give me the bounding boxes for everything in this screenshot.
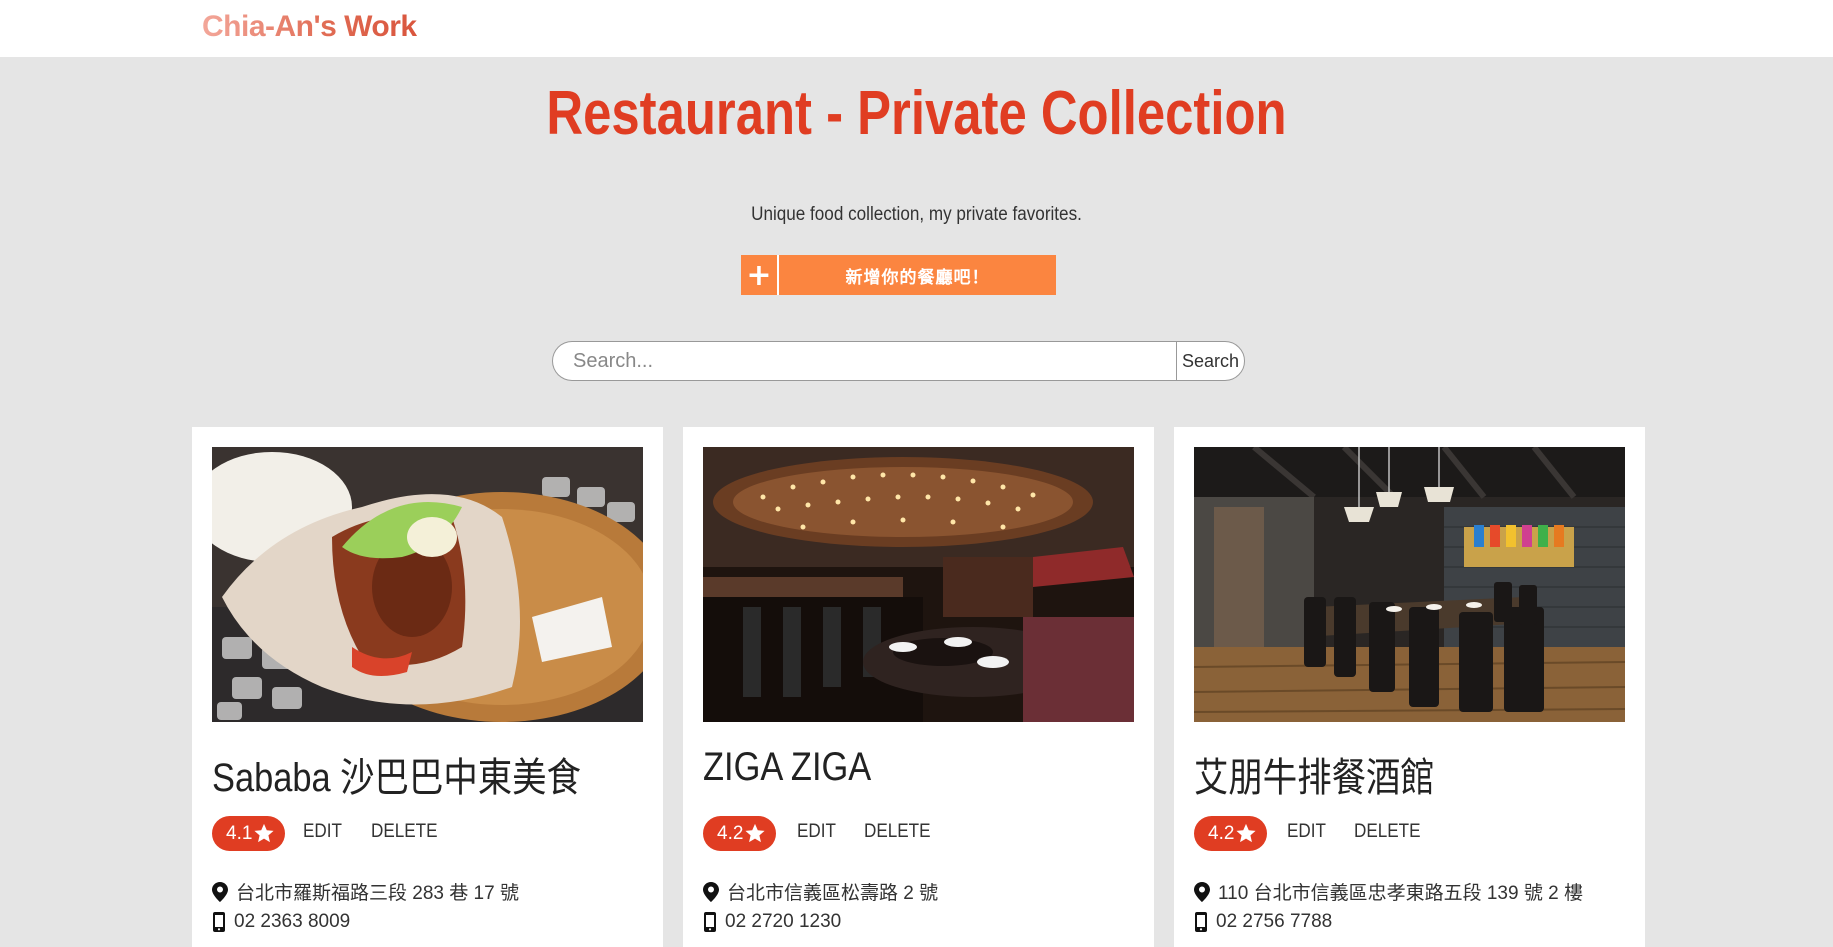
- add-restaurant-label: 新增你的餐廳吧！: [779, 255, 1056, 295]
- restaurant-name: Sababa 沙巴巴中東美食: [212, 756, 581, 800]
- phone-text: 02 2363 8009: [234, 911, 351, 932]
- address-row: 台北市信義區松壽路 2 號: [703, 878, 938, 905]
- address-text: 110 台北市信義區忠孝東路五段 139 號 2 樓: [1218, 883, 1583, 904]
- restaurant-name: 艾朋牛排餐酒館: [1194, 756, 1435, 800]
- phone-icon: [1195, 912, 1207, 932]
- restaurant-card: Sababa 沙巴巴中東美食 4.1 EDIT DELETE 台北市羅斯福路三段…: [192, 427, 663, 947]
- edit-button[interactable]: EDIT: [797, 821, 836, 843]
- navbar: Chia-An's Work: [0, 0, 1833, 57]
- map-pin-icon: [703, 881, 719, 902]
- delete-button[interactable]: DELETE: [864, 821, 931, 843]
- search-button[interactable]: Search: [1176, 341, 1245, 381]
- rating-value: 4.2: [1208, 822, 1235, 844]
- star-icon: [1236, 823, 1256, 843]
- star-icon: [745, 823, 765, 843]
- restaurant-interior-photo: [703, 447, 1134, 722]
- search-bar: Search: [552, 341, 1245, 381]
- address-row: 110 台北市信義區忠孝東路五段 139 號 2 樓: [1194, 878, 1583, 905]
- edit-button[interactable]: EDIT: [303, 821, 342, 843]
- add-restaurant-button[interactable]: + 新增你的餐廳吧！: [741, 255, 1056, 295]
- phone-row: 02 2720 1230: [703, 911, 841, 933]
- map-pin-icon: [1194, 881, 1210, 902]
- restaurant-card: 艾朋牛排餐酒館 4.2 EDIT DELETE 110 台北市信義區忠孝東路五段…: [1174, 427, 1645, 947]
- phone-row: 02 2756 7788: [1194, 911, 1332, 933]
- address-text: 台北市羅斯福路三段 283 巷 17 號: [236, 883, 519, 904]
- delete-button[interactable]: DELETE: [1354, 821, 1421, 843]
- address-row: 台北市羅斯福路三段 283 巷 17 號: [212, 878, 519, 905]
- pita-sandwich-photo: [212, 447, 643, 722]
- rating-badge: 4.1: [212, 816, 285, 851]
- phone-icon: [213, 912, 225, 932]
- phone-icon: [704, 912, 716, 932]
- delete-button[interactable]: DELETE: [371, 821, 438, 843]
- phone-text: 02 2756 7788: [1216, 911, 1333, 932]
- rating-value: 4.2: [717, 822, 744, 844]
- edit-button[interactable]: EDIT: [1287, 821, 1326, 843]
- star-icon: [254, 823, 274, 843]
- rating-badge: 4.2: [1194, 816, 1267, 851]
- restaurant-name: ZIGA ZIGA: [703, 745, 872, 789]
- plus-icon: +: [741, 255, 779, 295]
- rating-badge: 4.2: [703, 816, 776, 851]
- page-subtitle: Unique food collection, my private favor…: [751, 204, 1082, 225]
- search-input[interactable]: [552, 341, 1176, 381]
- private-dining-room-photo: [1194, 447, 1625, 722]
- map-pin-icon: [212, 881, 228, 902]
- page-title: Restaurant - Private Collection: [546, 79, 1287, 148]
- phone-row: 02 2363 8009: [212, 911, 350, 933]
- address-text: 台北市信義區松壽路 2 號: [727, 883, 939, 904]
- phone-text: 02 2720 1230: [725, 911, 842, 932]
- rating-value: 4.1: [226, 822, 253, 844]
- restaurant-card: ZIGA ZIGA 4.2 EDIT DELETE 台北市信義區松壽路 2 號 …: [683, 427, 1154, 947]
- brand-link[interactable]: Chia-An's Work: [202, 10, 417, 44]
